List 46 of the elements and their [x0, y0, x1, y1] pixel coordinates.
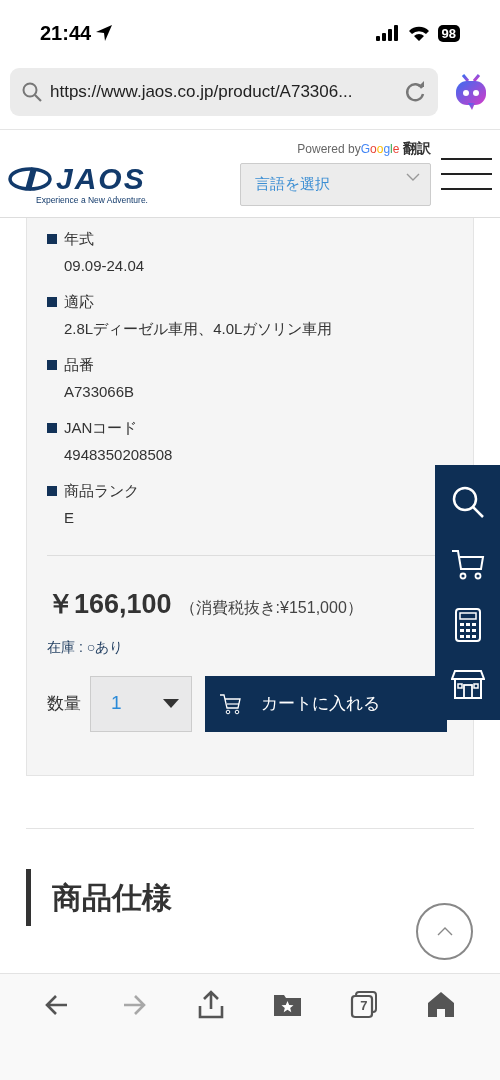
logo-mark-icon — [8, 166, 52, 193]
quantity-label: 数量 — [47, 692, 81, 715]
search-icon — [22, 82, 42, 102]
url-text: https://www.jaos.co.jp/product/A73306... — [50, 81, 354, 104]
translate-credit: Powered byGoogle 翻訳 — [297, 139, 431, 158]
spec-value: E — [64, 508, 75, 528]
spec-value: 2.8Lディーゼル車用、4.0Lガソリン車用 — [64, 319, 334, 339]
stock-status: 在庫 : ○あり — [47, 637, 125, 657]
logo-text: JAOS — [56, 164, 146, 195]
spec-label: 商品ランク — [64, 481, 139, 501]
home-icon — [426, 990, 457, 1020]
caret-icon — [163, 699, 179, 708]
spec-value: A733066B — [64, 382, 136, 402]
location-arrow-icon — [95, 24, 114, 42]
add-to-cart-button[interactable]: カートに入れる — [205, 675, 447, 732]
chevron-down-icon — [405, 173, 420, 182]
bullet-icon — [47, 297, 57, 307]
tabs-icon — [349, 990, 380, 1020]
spec-label: JANコード — [64, 418, 138, 438]
menu-icon[interactable] — [440, 158, 492, 190]
store-icon[interactable] — [450, 670, 485, 701]
address-bar[interactable]: https://www.jaos.co.jp/product/A73306... — [10, 68, 438, 116]
spec-label: 適応 — [64, 292, 94, 312]
tab-count: 7 — [359, 998, 369, 1014]
spec-value: 4948350208508 — [64, 445, 174, 465]
tax-note: （消費税抜き:¥151,000） — [179, 598, 363, 618]
cart-icon — [219, 692, 241, 715]
spec-value: 09.09-24.04 — [64, 256, 146, 276]
spec-label: 年式 — [64, 229, 94, 249]
logo-tagline: Experience a New Adventure. — [36, 194, 149, 207]
price: ￥166,100 — [47, 588, 172, 621]
tabs-button[interactable]: 7 — [345, 986, 384, 1024]
clock-time: 21:44 — [40, 21, 92, 46]
battery-level: 98 — [437, 24, 460, 42]
spec-label: 品番 — [64, 355, 94, 375]
scroll-to-top-button[interactable] — [416, 903, 473, 960]
reload-icon[interactable] — [404, 81, 426, 103]
signal-icon — [375, 25, 400, 41]
bullet-icon — [47, 486, 57, 496]
bullet-icon — [47, 360, 57, 370]
search-icon[interactable] — [450, 484, 485, 519]
wifi-icon — [407, 25, 430, 41]
chevron-up-icon — [436, 927, 453, 936]
bullet-icon — [47, 423, 57, 433]
calculator-icon[interactable] — [453, 608, 482, 643]
bullet-icon — [47, 234, 57, 244]
